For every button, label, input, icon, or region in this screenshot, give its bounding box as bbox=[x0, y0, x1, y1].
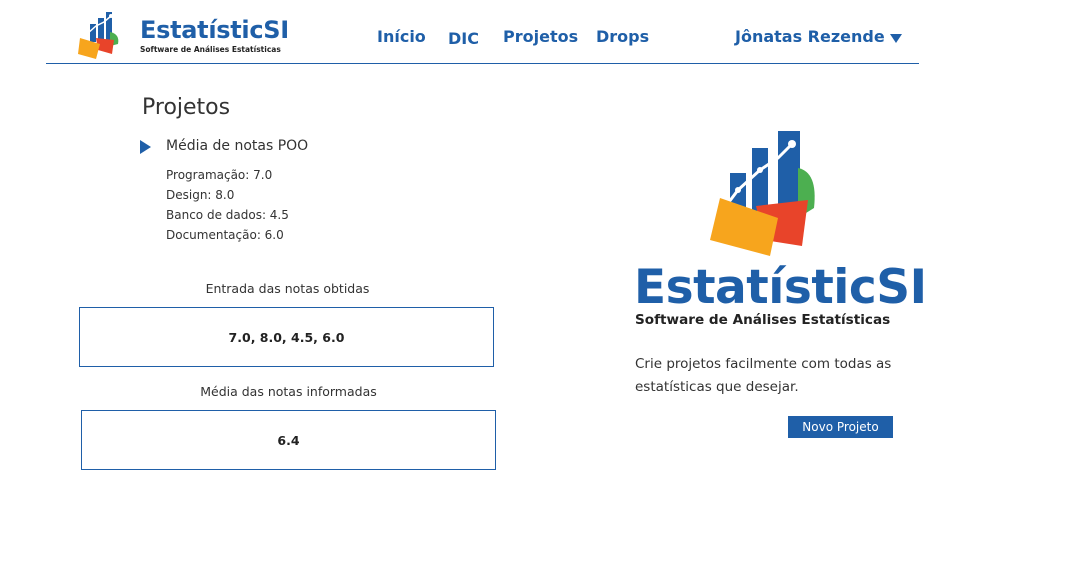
promo-description: Crie projetos facilmente com todas as es… bbox=[635, 356, 892, 395]
page-title: Projetos bbox=[142, 95, 231, 120]
score-item: Banco de dados: 4.5 bbox=[166, 208, 289, 222]
project-name[interactable]: Média de notas POO bbox=[166, 138, 308, 154]
inputs-field[interactable]: 7.0, 8.0, 4.5, 6.0 bbox=[79, 307, 494, 367]
chevron-down-icon bbox=[889, 33, 902, 43]
brand-tagline: Software de Análises Estatísticas bbox=[140, 45, 281, 54]
nav-inicio[interactable]: Início bbox=[377, 27, 426, 46]
average-field: 6.4 bbox=[81, 410, 496, 470]
score-item: Documentação: 6.0 bbox=[166, 228, 284, 242]
user-menu[interactable]: Jônatas Rezende bbox=[735, 27, 902, 46]
new-project-button[interactable]: Novo Projeto bbox=[788, 416, 893, 438]
brand-name[interactable]: EstatísticSI bbox=[140, 16, 289, 44]
nav-drops[interactable]: Drops bbox=[596, 27, 649, 46]
score-item: Programação: 7.0 bbox=[166, 168, 273, 182]
brand-logo-icon[interactable] bbox=[76, 10, 122, 60]
chart-logo-icon bbox=[710, 131, 815, 256]
average-label: Média das notas informadas bbox=[200, 384, 377, 399]
promo-subtitle: Software de Análises Estatísticas bbox=[635, 312, 891, 328]
nav-projetos[interactable]: Projetos bbox=[503, 27, 578, 46]
play-icon[interactable] bbox=[140, 140, 151, 154]
user-name: Jônatas Rezende bbox=[735, 27, 885, 46]
score-item: Design: 8.0 bbox=[166, 188, 235, 202]
inputs-label: Entrada das notas obtidas bbox=[205, 281, 370, 296]
promo-title: EstatísticSI bbox=[634, 260, 927, 315]
header-divider bbox=[46, 63, 919, 64]
nav-dic[interactable]: DIC bbox=[448, 29, 479, 48]
